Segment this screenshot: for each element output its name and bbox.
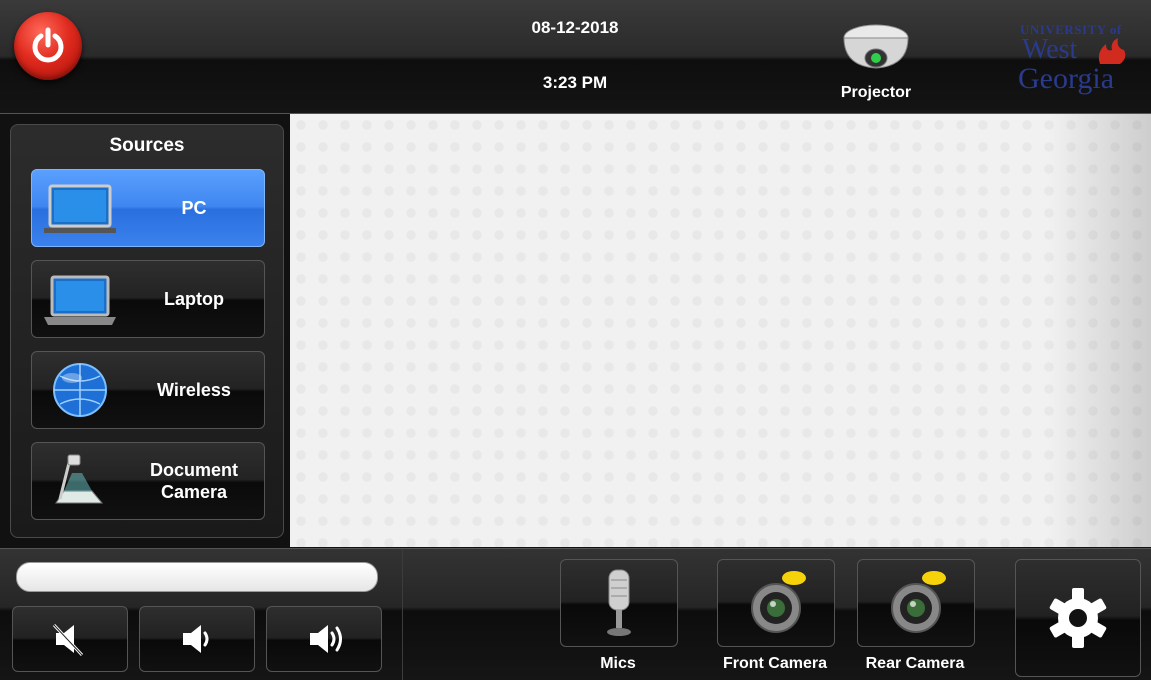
laptop-icon	[44, 275, 116, 325]
mics-label: Mics	[600, 655, 636, 672]
mute-icon	[52, 623, 84, 657]
wireless-globe-icon	[53, 363, 107, 417]
front-camera-icon	[751, 571, 806, 633]
source-document-camera-label-line1: Document	[149, 460, 238, 480]
front-camera-label: Front Camera	[722, 655, 828, 672]
source-laptop-label: Laptop	[164, 289, 224, 309]
time-display: 3:23 PM	[542, 73, 608, 92]
rear-camera-button[interactable]	[857, 559, 975, 647]
source-laptop-button[interactable]: Laptop	[31, 260, 265, 338]
date-display: 08-12-2018	[531, 18, 619, 37]
source-pc-button[interactable]: PC	[31, 169, 265, 247]
projector-button[interactable]: Projector	[828, 18, 924, 108]
power-icon	[32, 27, 64, 63]
microphone-icon	[607, 569, 631, 636]
gear-icon	[1049, 588, 1107, 648]
volume-down-button[interactable]	[139, 606, 255, 672]
settings-button[interactable]	[1015, 559, 1141, 677]
logo-line3: Georgia	[1018, 62, 1115, 95]
power-button[interactable]	[14, 12, 82, 80]
front-camera-button[interactable]	[717, 559, 835, 647]
source-document-camera-label-line2: Camera	[160, 482, 228, 502]
top-bar: 08-12-2018 3:23 PM Projector UNIVERSITY …	[0, 0, 1151, 114]
volume-slider[interactable]	[16, 562, 378, 592]
main-content-area	[290, 114, 1151, 547]
bottom-bar: Mics Front Camera Rear Camera	[0, 548, 1151, 680]
source-document-camera-button[interactable]: Document Camera	[31, 442, 265, 520]
volume-up-icon	[310, 625, 342, 653]
volume-fill	[17, 563, 377, 591]
source-wireless-label: Wireless	[157, 380, 231, 400]
volume-down-icon	[183, 625, 209, 653]
sources-title: Sources	[109, 135, 185, 156]
document-camera-icon	[55, 454, 104, 504]
mute-button[interactable]	[12, 606, 128, 672]
pc-monitor-icon	[44, 184, 116, 233]
rear-camera-icon	[891, 571, 946, 633]
source-pc-label: PC	[181, 198, 207, 218]
rear-camera-label: Rear Camera	[865, 655, 965, 672]
source-wireless-button[interactable]: Wireless	[31, 351, 265, 429]
mics-button[interactable]	[560, 559, 678, 647]
sources-panel: Sources PC Laptop Wireless Document Came…	[10, 124, 284, 538]
projector-label: Projector	[840, 84, 912, 101]
bottom-separator	[402, 549, 403, 680]
source-document-camera-label: Document Camera	[128, 459, 260, 503]
volume-up-button[interactable]	[266, 606, 382, 672]
university-logo: UNIVERSITY of West Georgia	[1012, 14, 1144, 104]
projector-icon	[843, 24, 909, 69]
